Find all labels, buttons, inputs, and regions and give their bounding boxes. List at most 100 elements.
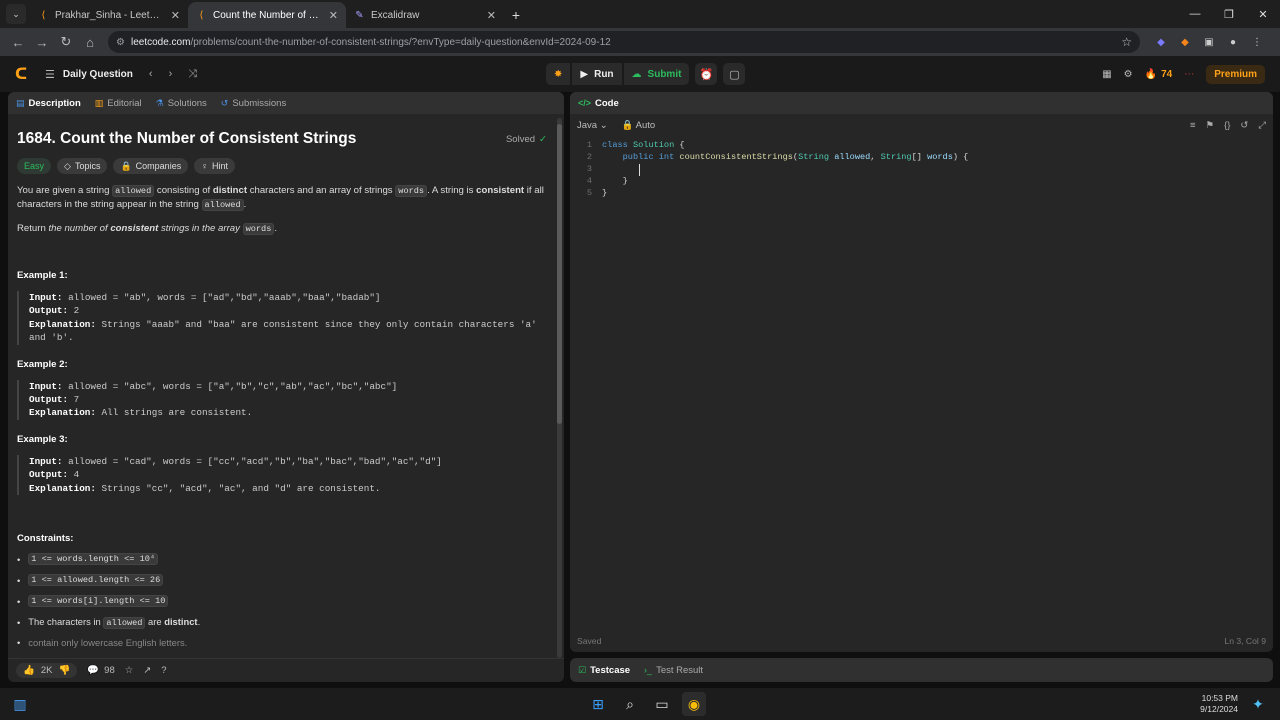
leetcode-icon: ⟨	[199, 9, 204, 21]
system-clock[interactable]: 10:53 PM 9/12/2024	[1200, 693, 1238, 715]
run-button[interactable]: ▶ Run	[572, 63, 622, 85]
list-item: contain only lowercase English letters.	[17, 637, 547, 648]
reset-icon[interactable]: ↺	[1240, 120, 1248, 131]
code-line: public int countConsistentStrings(String…	[622, 152, 969, 162]
code-line: }	[602, 188, 608, 198]
home-icon[interactable]: ⌂	[78, 30, 102, 54]
scrollbar-thumb[interactable]	[557, 124, 562, 424]
problem-list-button[interactable]: ☰ Daily Question	[45, 68, 133, 81]
topics-tag[interactable]: ◇ Topics	[57, 158, 108, 174]
solved-badge: Solved ✓	[505, 133, 547, 145]
testcase-panel: ☑ Testcase ›_ Test Result	[570, 658, 1273, 682]
close-window-icon[interactable]: ✕	[1246, 0, 1280, 28]
tab-editorial[interactable]: ▥ Editorial	[95, 98, 142, 109]
streak-counter[interactable]: 🔥 74	[1145, 69, 1173, 80]
lightbulb-icon: ♀	[201, 161, 208, 171]
close-tab-icon[interactable]: ✕	[329, 9, 338, 22]
taskbar-apps: ⊞ ⌕ ▭ ◉	[586, 692, 706, 716]
language-select[interactable]: Java ⌄	[577, 120, 608, 131]
terminal-icon: ›_	[644, 665, 653, 675]
help-icon[interactable]: ?	[161, 665, 166, 676]
metamask-icon[interactable]: ◆	[1178, 35, 1192, 49]
shuffle-icon[interactable]: ⤨	[188, 68, 197, 81]
site-info-icon[interactable]: ⚙	[116, 37, 125, 48]
profile-avatar[interactable]: ●	[1226, 35, 1240, 49]
format-icon[interactable]: ≡	[1190, 120, 1196, 131]
leetcode-logo-icon[interactable]: ᑕ	[15, 66, 29, 83]
browser-tab-excalidraw[interactable]: ✎ Excalidraw ✕	[346, 2, 504, 28]
leetcode-icon: ⟨	[41, 9, 46, 21]
lock-icon: 🔒	[120, 160, 132, 171]
companies-tag[interactable]: 🔒 Companies	[113, 158, 189, 174]
editor-status: Saved Ln 3, Col 9	[577, 636, 1266, 646]
submit-button[interactable]: ☁ Submit	[623, 63, 690, 85]
new-tab-button[interactable]: +	[504, 3, 528, 27]
description-scrollbar[interactable]	[557, 118, 562, 658]
problem-title[interactable]: 1684. Count the Number of Consistent Str…	[17, 130, 356, 148]
prev-problem-icon[interactable]: ‹	[149, 68, 153, 81]
extension-icon[interactable]: ◆	[1154, 35, 1168, 49]
auto-mode-toggle[interactable]: 🔒 Auto	[622, 120, 656, 131]
debug-button[interactable]: ✸	[546, 63, 571, 85]
tab-submissions[interactable]: ↺ Submissions	[221, 98, 286, 109]
share-icon[interactable]: ↗	[143, 665, 151, 676]
browser-menu-icon[interactable]: ⋮	[1250, 35, 1264, 49]
fullscreen-icon[interactable]: ⤢	[1258, 120, 1266, 131]
comment-icon: 💬	[87, 665, 100, 676]
extensions-puzzle-icon[interactable]: ▣	[1202, 35, 1216, 49]
close-tab-icon[interactable]: ✕	[171, 9, 180, 22]
example-box: Input: allowed = "cad", words = ["cc","a…	[17, 454, 547, 496]
layout-icon[interactable]: ▦	[1102, 69, 1111, 80]
chrome-icon[interactable]: ◉	[682, 692, 706, 716]
braces-icon[interactable]: {}	[1224, 120, 1230, 131]
description-footer: 👍 2K 👎 💬 98 ☆ ↗ ?	[8, 658, 564, 682]
example-heading: Example 1:	[17, 270, 68, 281]
next-problem-icon[interactable]: ›	[169, 68, 173, 81]
close-tab-icon[interactable]: ✕	[487, 9, 496, 22]
excalidraw-icon: ✎	[355, 9, 364, 21]
settings-gear-icon[interactable]: ⚙	[1124, 69, 1133, 80]
extensions-area: ◆ ◆ ▣ ● ⋮	[1154, 35, 1264, 49]
list-icon: ☰	[45, 68, 55, 81]
task-view-icon[interactable]: ▭	[650, 692, 674, 716]
tab-testcase[interactable]: ☑ Testcase	[578, 665, 630, 676]
notes-icon[interactable]: ▢	[723, 63, 746, 85]
comments-button[interactable]: 💬 98	[87, 665, 114, 676]
difficulty-badge: Easy	[17, 158, 52, 174]
browser-tab-problem[interactable]: ⟨ Count the Number of Consistent ✕	[188, 2, 346, 28]
run-submit-group: ✸ ▶ Run ☁ Submit ⏰ ▢	[546, 62, 746, 86]
chevron-down-icon: ⌄	[599, 119, 608, 131]
list-item: 1 <= words[i].length <= 10	[17, 595, 547, 608]
tab-solutions[interactable]: ⚗ Solutions	[156, 98, 207, 109]
tab-test-result[interactable]: ›_ Test Result	[644, 665, 703, 676]
tab-description[interactable]: ▤ Description	[16, 98, 81, 109]
browser-tab-strip: ⌄ ⟨ Prakhar_Sinha - LeetCode Profile ✕ ⟨…	[0, 0, 1280, 28]
url-input[interactable]: ⚙ leetcode.com/problems/count-the-number…	[108, 31, 1140, 53]
thumbs-down-icon[interactable]: 👎	[58, 665, 70, 676]
timer-icon[interactable]: ⏰	[695, 63, 718, 85]
code-editor[interactable]: 1 2 3 4 5 class Solution { public int co…	[570, 140, 1273, 630]
leetcode-navbar: ᑕ ☰ Daily Question ‹ › ⤨ ✸ ▶ Run ☁ Submi…	[0, 56, 1280, 92]
bookmark-star-icon[interactable]: ☆	[1121, 35, 1132, 49]
book-icon: ▥	[94, 97, 104, 108]
reload-icon[interactable]: ↻	[54, 30, 78, 54]
minimize-icon[interactable]: —	[1178, 0, 1212, 28]
windows-start-icon[interactable]: ⊞	[586, 692, 610, 716]
tab-search-button[interactable]: ⌄	[6, 4, 26, 24]
navbar-right: ▦ ⚙ 🔥 74 ⋯ Premium	[1102, 64, 1265, 84]
window-controls: — ❐ ✕	[1178, 0, 1280, 28]
browser-tab-profile[interactable]: ⟨ Prakhar_Sinha - LeetCode Profile ✕	[30, 2, 188, 28]
search-icon[interactable]: ⌕	[618, 692, 642, 716]
like-button[interactable]: 👍 2K 👎	[16, 663, 78, 678]
widgets-icon[interactable]: ▥	[8, 692, 32, 716]
forward-icon[interactable]: →	[30, 30, 54, 54]
back-icon[interactable]: ←	[6, 30, 30, 54]
user-avatar[interactable]: ⋯	[1184, 69, 1194, 80]
copilot-icon[interactable]: ✦	[1246, 692, 1270, 716]
hint-tag[interactable]: ♀ Hint	[194, 158, 235, 174]
text-cursor	[639, 164, 640, 176]
bookmark-icon[interactable]: ⚑	[1206, 120, 1215, 131]
restore-icon[interactable]: ❐	[1212, 0, 1246, 28]
premium-button[interactable]: Premium	[1206, 64, 1265, 84]
favorite-star-icon[interactable]: ☆	[125, 665, 134, 676]
